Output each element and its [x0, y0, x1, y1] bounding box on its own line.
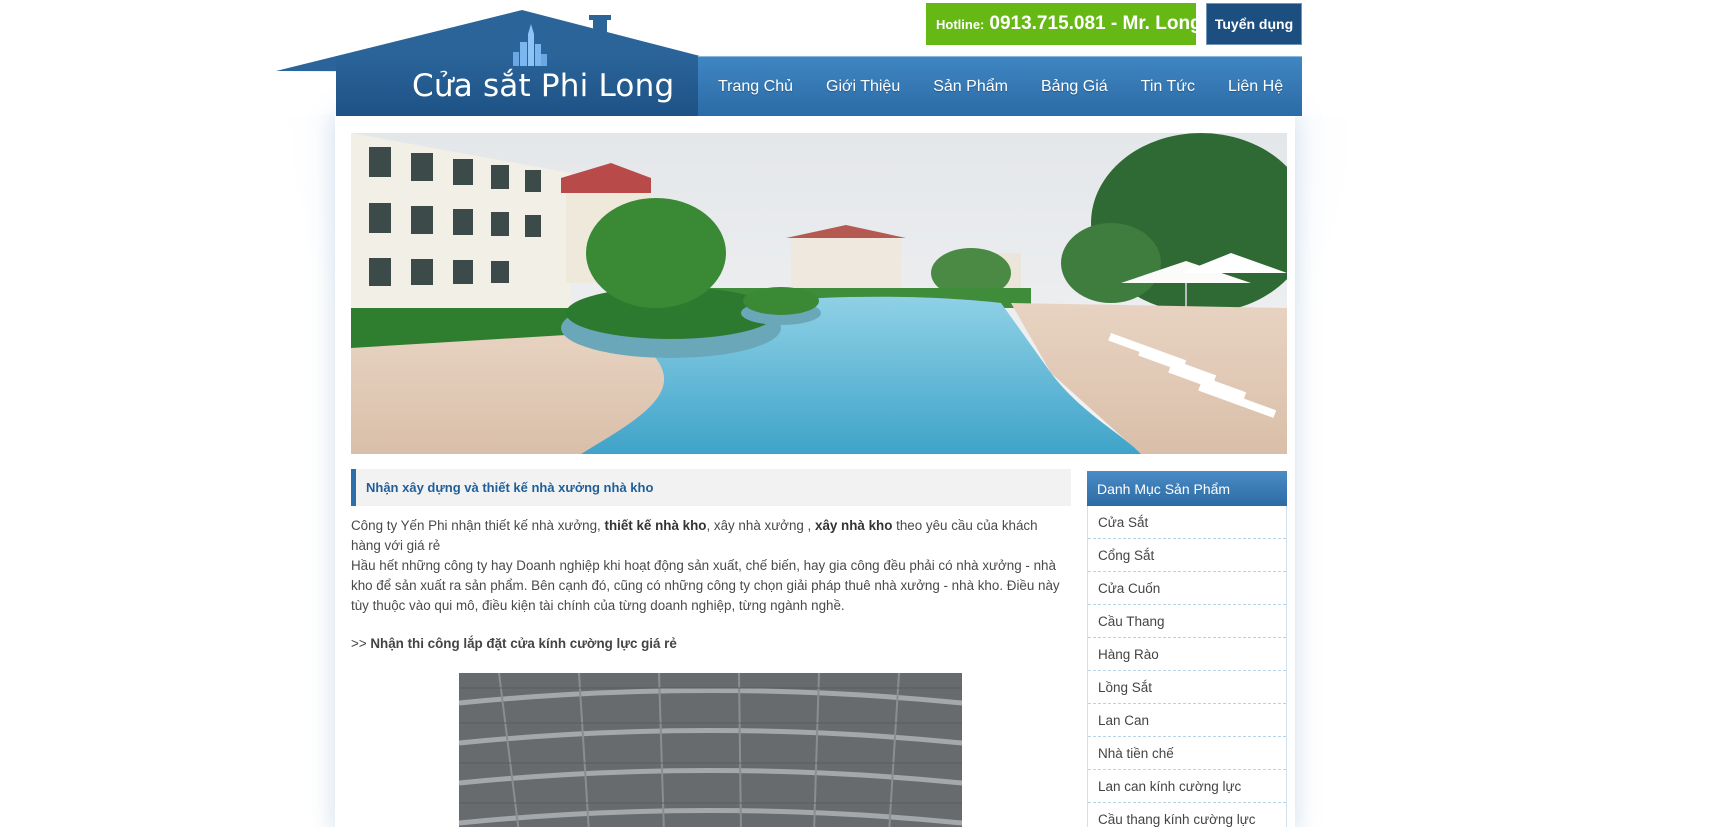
article-keyword: xây nhà kho [815, 518, 893, 533]
article-content: Nhận xây dựng và thiết kế nhà xưởng nhà … [351, 469, 1071, 827]
hotline-badge[interactable]: Hotline: 0913.715.081 - Mr. Long [926, 3, 1202, 45]
sidebar-list: Cửa Sắt Cổng Sắt Cửa Cuốn Cầu Thang Hàng… [1087, 506, 1287, 827]
article-body: Công ty Yến Phi nhận thiết kế nhà xưởng,… [351, 516, 1071, 616]
site-header: Cửa sắt Phi Long Hotline: 0913.715.081 -… [0, 0, 1715, 116]
main-nav: Trang Chủ Giới Thiệu Sản Phẩm Bảng Giá T… [698, 56, 1302, 116]
article-text: Công ty Yến Phi nhận thiết kế nhà xưởng, [351, 518, 605, 533]
sidebar-title: Danh Mục Sản Phẩm [1087, 471, 1287, 506]
article-keyword: thiết kế nhà kho [604, 518, 707, 533]
product-category-sidebar: Danh Mục Sản Phẩm Cửa Sắt Cổng Sắt Cửa C… [1087, 471, 1287, 827]
sidebar-item-hang-rao[interactable]: Hàng Rào [1088, 638, 1286, 671]
link-text[interactable]: Nhận thi công lắp đặt cửa kính cường lực… [370, 636, 676, 651]
nav-item-pricing[interactable]: Bảng Giá [1041, 78, 1108, 96]
hero-banner-image [351, 133, 1287, 454]
article-text: , xây nhà xưởng , [706, 518, 815, 533]
recruit-button[interactable]: Tuyển dụng [1206, 3, 1302, 45]
hotline-label: Hotline: [936, 16, 985, 32]
sidebar-item-cau-thang[interactable]: Cầu Thang [1088, 605, 1286, 638]
sidebar-item-lan-can[interactable]: Lan Can [1088, 704, 1286, 737]
article-title[interactable]: Nhận xây dựng và thiết kế nhà xưởng nhà … [351, 469, 1071, 506]
sidebar-item-nha-tien-che[interactable]: Nhà tiền chế [1088, 737, 1286, 770]
nav-item-news[interactable]: Tin Tức [1141, 78, 1195, 96]
article-paragraph: Hầu hết những công ty hay Doanh nghiệp k… [351, 558, 1060, 613]
city-skyline-icon [513, 24, 547, 66]
nav-item-contact[interactable]: Liên Hệ [1228, 78, 1283, 96]
chimney-icon [589, 15, 611, 37]
nav-item-products[interactable]: Sản Phẩm [933, 78, 1008, 96]
warehouse-roof-image [459, 673, 962, 827]
hotline-number[interactable]: 0913.715.081 - Mr. Long [989, 13, 1201, 35]
sidebar-item-long-sat[interactable]: Lồng Sắt [1088, 671, 1286, 704]
nav-item-about[interactable]: Giới Thiệu [826, 78, 900, 96]
related-article-link[interactable]: >> Nhận thi công lắp đặt cửa kính cường … [351, 636, 1071, 651]
sidebar-item-cong-sat[interactable]: Cổng Sắt [1088, 539, 1286, 572]
site-logo[interactable]: Cửa sắt Phi Long [412, 68, 674, 104]
sidebar-item-lan-can-kinh[interactable]: Lan can kính cường lực [1088, 770, 1286, 803]
link-prefix: >> [351, 636, 371, 651]
sidebar-item-cua-sat[interactable]: Cửa Sắt [1088, 506, 1286, 539]
sidebar-item-cau-thang-kinh[interactable]: Cầu thang kính cường lực [1088, 803, 1286, 827]
sidebar-item-cua-cuon[interactable]: Cửa Cuốn [1088, 572, 1286, 605]
nav-item-home[interactable]: Trang Chủ [718, 78, 793, 96]
